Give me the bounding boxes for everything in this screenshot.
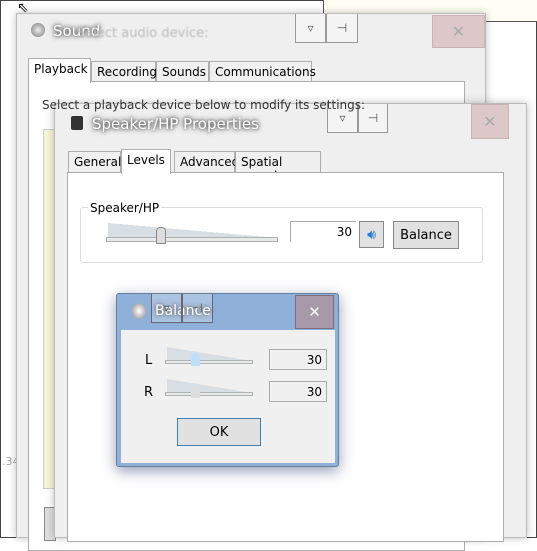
tab-levels[interactable]: Levels xyxy=(121,149,171,174)
ok-button[interactable]: OK xyxy=(177,418,261,446)
volume-slider[interactable] xyxy=(106,237,278,242)
tab-recording[interactable]: Recording xyxy=(91,61,157,83)
left-label: L xyxy=(145,353,153,368)
tab-general[interactable]: General xyxy=(68,151,121,173)
balance-button[interactable]: Balance xyxy=(393,221,459,249)
tab-spatial-sound[interactable]: Spatial sound xyxy=(235,151,321,183)
volume-slider-fill xyxy=(108,223,278,238)
tab-sounds[interactable]: Sounds xyxy=(156,61,209,83)
properties-title-icon xyxy=(71,116,83,130)
mute-button[interactable]: 🔊︎ xyxy=(359,221,384,248)
tab-communications[interactable]: Communications xyxy=(209,61,316,83)
speaker-group-label: Speaker/HP xyxy=(88,201,162,215)
left-slider[interactable] xyxy=(165,360,253,364)
right-slider-thumb[interactable] xyxy=(191,385,200,398)
balance-dialog: Balance ▿ ⊣ ✕ L 30 R 30 OK xyxy=(116,293,339,467)
volume-value[interactable]: 30 xyxy=(290,221,356,242)
sound-close-button[interactable]: ✕ xyxy=(432,15,485,48)
right-value[interactable]: 30 xyxy=(269,381,327,402)
balance-body: L 30 R 30 OK xyxy=(121,330,335,463)
properties-close-button[interactable]: ✕ xyxy=(471,104,509,139)
tab-playback[interactable]: Playback xyxy=(28,58,91,83)
tab-advanced[interactable]: Advanced xyxy=(174,151,239,173)
left-value[interactable]: 30 xyxy=(269,349,327,370)
pin-button[interactable]: ⊣ xyxy=(326,14,358,43)
right-slider[interactable] xyxy=(165,392,253,396)
balance-title-icon xyxy=(132,303,146,319)
right-label: R xyxy=(144,385,154,400)
balance-close-button[interactable]: ✕ xyxy=(295,295,334,329)
left-slider-thumb[interactable] xyxy=(191,353,200,366)
playback-instruction: Select a playback device below to modify… xyxy=(42,98,366,112)
sound-title-icon xyxy=(31,23,45,37)
speaker-icon: 🔊︎ xyxy=(367,226,376,243)
balance-minimize-button[interactable]: ▿ xyxy=(151,294,182,323)
sound-subtitle-behind: Select audio device: xyxy=(77,26,209,41)
properties-title: Speaker/HP Properties xyxy=(92,115,259,133)
balance-pin-button[interactable]: ⊣ xyxy=(182,294,213,323)
right-slider-fill xyxy=(167,379,253,393)
minimize-button[interactable]: ▿ xyxy=(295,14,326,43)
volume-slider-thumb[interactable] xyxy=(156,227,166,244)
left-slider-fill xyxy=(167,347,253,361)
